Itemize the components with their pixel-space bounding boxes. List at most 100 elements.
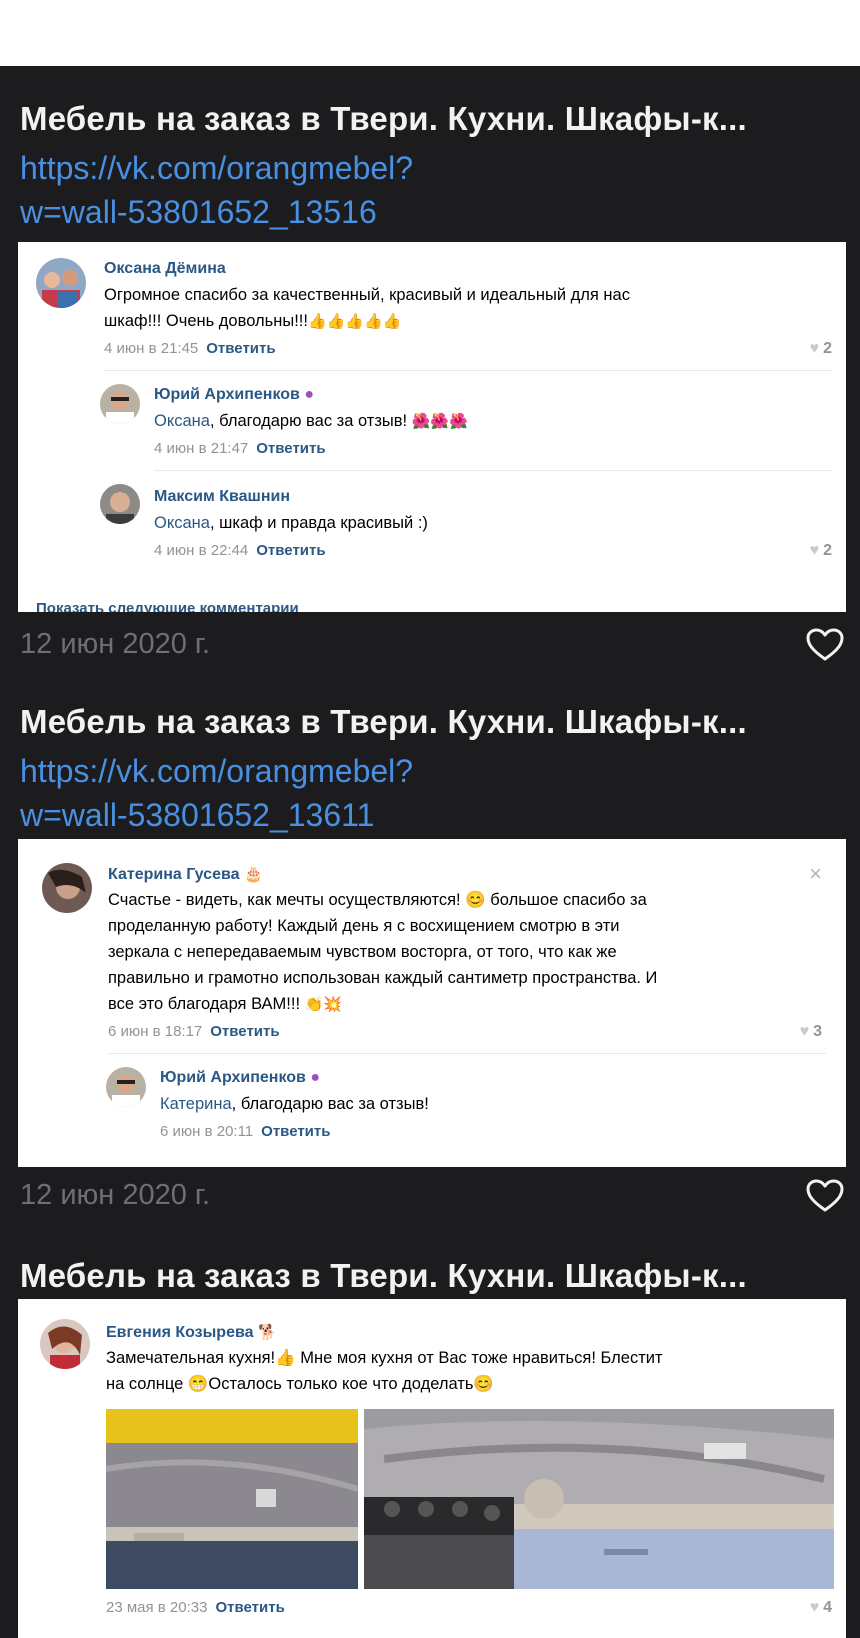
attached-photo[interactable] bbox=[364, 1409, 834, 1589]
post-link-line[interactable]: https://vk.com/orangmebel? bbox=[20, 146, 413, 190]
comment-author[interactable]: Юрий Архипенков ● bbox=[160, 1069, 320, 1087]
kitchen-photo-2 bbox=[364, 1409, 834, 1589]
comment-author[interactable]: Евгения Козырева 🐕 bbox=[106, 1323, 277, 1342]
comment-text-span: , благодарю вас за отзыв! bbox=[209, 412, 408, 430]
post-date: 12 июн 2020 г. bbox=[20, 1179, 211, 1211]
author-name[interactable]: Евгения Козырева bbox=[106, 1324, 254, 1341]
reply-link[interactable]: Ответить bbox=[210, 1023, 279, 1040]
post-link-line[interactable]: w=wall-53801652_13611 bbox=[20, 793, 413, 837]
reply-link[interactable]: Ответить bbox=[256, 440, 325, 457]
attached-photo[interactable] bbox=[106, 1409, 358, 1589]
comment-text-span: , шкаф и правда красивый :) bbox=[209, 514, 428, 532]
reply-link[interactable]: Ответить bbox=[206, 340, 275, 357]
comment-time[interactable]: 4 июн в 22:44 bbox=[154, 542, 248, 559]
comment-time[interactable]: 4 июн в 21:47 bbox=[154, 440, 248, 457]
comment-meta: 6 июн в 18:17 Ответить bbox=[108, 1023, 280, 1040]
purple-ball-icon: ● bbox=[304, 386, 314, 403]
close-icon[interactable]: × bbox=[809, 861, 822, 887]
post-title[interactable]: Мебель на заказ в Твери. Кухни. Шкафы-к.… bbox=[20, 1257, 747, 1295]
comment-text-line: Огромное спасибо за качественный, красив… bbox=[104, 286, 630, 304]
comment-author[interactable]: Максим Квашнин bbox=[154, 488, 290, 506]
avatar[interactable] bbox=[36, 258, 86, 308]
like-counter[interactable]: ♥ 2 bbox=[810, 542, 832, 560]
divider bbox=[104, 370, 832, 371]
comment-text: Счастье - видеть, как мечты осуществляют… bbox=[108, 887, 828, 1018]
comment-time[interactable]: 4 июн в 21:45 bbox=[104, 340, 198, 357]
divider bbox=[154, 470, 832, 471]
comment-time[interactable]: 6 июн в 18:17 bbox=[108, 1023, 202, 1040]
comment-meta: 4 июн в 21:47 Ответить bbox=[154, 440, 326, 457]
comment-text-span: , благодарю вас за отзыв! bbox=[231, 1095, 429, 1113]
reply-link[interactable]: Ответить bbox=[215, 1599, 284, 1616]
like-count: 3 bbox=[813, 1023, 822, 1040]
post-title[interactable]: Мебель на заказ в Твери. Кухни. Шкафы-к.… bbox=[20, 703, 747, 741]
reply-link[interactable]: Ответить bbox=[256, 542, 325, 559]
like-count: 2 bbox=[823, 542, 832, 559]
like-counter[interactable]: ♥ 3 bbox=[800, 1023, 822, 1041]
avatar[interactable] bbox=[100, 484, 140, 524]
divider bbox=[108, 1053, 826, 1054]
clap-icon: 👏💥 bbox=[304, 996, 342, 1013]
heart-outline-icon[interactable] bbox=[806, 1179, 844, 1213]
author-name[interactable]: Юрий Архипенков bbox=[160, 1069, 306, 1086]
comment-time[interactable]: 23 мая в 20:33 bbox=[106, 1599, 207, 1616]
avatar[interactable] bbox=[106, 1067, 146, 1107]
like-counter[interactable]: ♥ 4 bbox=[810, 1599, 832, 1617]
like-counter[interactable]: ♥ 2 bbox=[810, 340, 832, 358]
comment-author[interactable]: Оксана Дёмина bbox=[104, 260, 226, 278]
feed-item: Мебель на заказ в Твери. Кухни. Шкафы-к.… bbox=[0, 681, 860, 1241]
heart-like-icon: ♥ bbox=[799, 1023, 810, 1040]
post-link-line[interactable]: https://vk.com/orangmebel? bbox=[20, 749, 413, 793]
heart-outline-icon[interactable] bbox=[806, 628, 844, 662]
mention-link[interactable]: Оксана bbox=[154, 412, 210, 430]
comment-text-line: Счастье - видеть, как мечты осуществляют… bbox=[108, 891, 647, 909]
mention-link[interactable]: Оксана bbox=[154, 514, 210, 532]
flower-icon: 🌺🌺🌺 bbox=[411, 413, 468, 430]
kitchen-photo-1 bbox=[106, 1409, 358, 1589]
comment-text: Катерина, благодарю вас за отзыв! bbox=[160, 1091, 846, 1117]
post-link-line[interactable]: w=wall-53801652_13516 bbox=[20, 190, 413, 234]
top-bar bbox=[0, 0, 860, 66]
heart-like-icon: ♥ bbox=[809, 1599, 820, 1616]
post-title[interactable]: Мебель на заказ в Твери. Кухни. Шкафы-к.… bbox=[20, 100, 747, 138]
comment-screenshot: Катерина Гусева 🎂 × Счастье - видеть, ка… bbox=[18, 839, 846, 1167]
post-date: 12 июн 2020 г. bbox=[20, 628, 211, 660]
like-count: 4 bbox=[823, 1599, 832, 1616]
like-count: 2 bbox=[823, 340, 832, 357]
post-link[interactable]: https://vk.com/orangmebel? w=wall-538016… bbox=[20, 146, 413, 234]
reply-link[interactable]: Ответить bbox=[261, 1123, 330, 1140]
dog-icon: 🐕 bbox=[257, 1324, 277, 1341]
mention-link[interactable]: Катерина bbox=[160, 1095, 232, 1113]
comment-screenshot: Оксана Дёмина Огромное спасибо за качест… bbox=[18, 242, 846, 612]
comment-text: Оксана, шкаф и правда красивый :) bbox=[154, 510, 846, 536]
avatar[interactable] bbox=[40, 1319, 90, 1369]
comment-text-line: Замечательная кухня!👍 Мне моя кухня от В… bbox=[106, 1349, 663, 1367]
comment-meta: 23 мая в 20:33 Ответить bbox=[106, 1599, 285, 1616]
comment-meta: 6 июн в 20:11 Ответить bbox=[160, 1123, 330, 1140]
purple-ball-icon: ● bbox=[310, 1069, 320, 1086]
comment-text-line: все это благодаря ВАМ!!! 👏💥 bbox=[108, 991, 828, 1018]
post-link[interactable]: https://vk.com/orangmebel? w=wall-538016… bbox=[20, 749, 413, 837]
comment-meta: 4 июн в 21:45 Ответить bbox=[104, 340, 276, 357]
comment-text-line: правильно и грамотно использован каждый … bbox=[108, 969, 658, 987]
comment-text: Оксана, благодарю вас за отзыв! 🌺🌺🌺 bbox=[154, 408, 846, 435]
comment-text-span: все это благодаря ВАМ!!! bbox=[108, 995, 301, 1013]
comment-author[interactable]: Катерина Гусева 🎂 bbox=[108, 865, 263, 884]
comment-author[interactable]: Юрий Архипенков ● bbox=[154, 386, 314, 404]
comment-text: Огромное спасибо за качественный, красив… bbox=[104, 282, 804, 335]
comment-text-line: проделанную работу! Каждый день я с восх… bbox=[108, 917, 620, 935]
cake-icon: 🎂 bbox=[243, 866, 263, 883]
heart-like-icon: ♥ bbox=[809, 542, 820, 559]
feed-item: Мебель на заказ в Твери. Кухни. Шкафы-к.… bbox=[0, 66, 860, 681]
comment-meta: 4 июн в 22:44 Ответить bbox=[154, 542, 326, 559]
author-name[interactable]: Юрий Архипенков bbox=[154, 386, 300, 403]
comment-text: Замечательная кухня!👍 Мне моя кухня от В… bbox=[106, 1345, 826, 1397]
feed-item: Мебель на заказ в Твери. Кухни. Шкафы-к.… bbox=[0, 1241, 860, 1638]
avatar[interactable] bbox=[100, 384, 140, 424]
avatar[interactable] bbox=[42, 863, 92, 913]
comment-time[interactable]: 6 июн в 20:11 bbox=[160, 1123, 253, 1140]
comment-text-line: на солнце 😁Осталось только кое что додел… bbox=[106, 1375, 494, 1393]
comment-text-line: зеркала с непередаваемым чувством востор… bbox=[108, 943, 617, 961]
show-more-comments[interactable]: Показать следующие комментарии bbox=[36, 600, 299, 612]
author-name[interactable]: Катерина Гусева bbox=[108, 866, 240, 883]
